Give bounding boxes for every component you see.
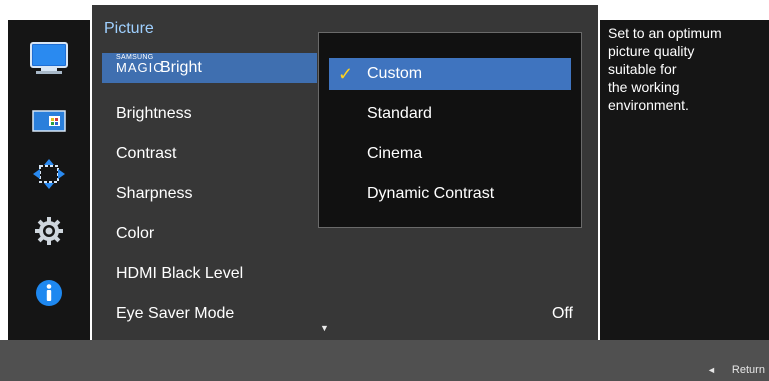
- menu-item-label: Eye Saver Mode: [116, 305, 235, 322]
- option-label: Dynamic Contrast: [367, 185, 495, 202]
- bottom-hint-bar: [0, 340, 769, 381]
- information-icon[interactable]: [8, 276, 90, 310]
- option-label: Custom: [367, 65, 423, 82]
- scroll-down-icon[interactable]: ▼: [320, 323, 329, 333]
- return-label: Return: [731, 364, 765, 376]
- option-label: Cinema: [367, 145, 423, 162]
- magicbright-options-dropdown: ✓ Custom Standard Cinema Dynamic Contras…: [318, 32, 582, 228]
- menu-item-magicbright[interactable]: SAMSUNG MAGIC Bright: [102, 53, 317, 83]
- menu-title: Picture: [104, 20, 154, 37]
- option-label: Standard: [367, 105, 432, 122]
- help-description-panel: Set to an optimum picture quality suitab…: [600, 20, 769, 340]
- menu-item-label: Brightness: [116, 105, 192, 122]
- help-text: Set to an optimum picture quality suitab…: [608, 25, 722, 113]
- menu-item-label: Color: [116, 225, 155, 242]
- menu-item-label: Bright: [160, 59, 202, 76]
- checkmark-icon: ✓: [338, 64, 354, 84]
- position-arrows-icon[interactable]: [8, 156, 90, 192]
- osd-screen: ◄ Return Picture SAMSUNG MAGIC Bright Br…: [0, 0, 769, 381]
- monitor-icon[interactable]: [8, 38, 90, 80]
- settings-gear-icon[interactable]: [8, 214, 90, 248]
- option-dynamic-contrast[interactable]: Dynamic Contrast: [329, 178, 571, 210]
- left-arrow-icon: ◄: [707, 365, 716, 375]
- eye-saver-value: Off: [551, 305, 573, 322]
- option-cinema[interactable]: Cinema: [329, 138, 571, 170]
- magic-brand-label: MAGIC: [116, 60, 164, 75]
- menu-item-eye-saver-mode[interactable]: Eye Saver Mode Off: [102, 299, 598, 329]
- menu-item-hdmi-black-level[interactable]: HDMI Black Level: [102, 259, 598, 289]
- menu-item-label: HDMI Black Level: [116, 265, 244, 282]
- picture-size-icon[interactable]: [8, 106, 90, 136]
- return-hint[interactable]: ◄ Return: [707, 364, 767, 376]
- menu-item-label: Sharpness: [116, 185, 193, 202]
- menu-item-label: Contrast: [116, 145, 177, 162]
- option-custom[interactable]: ✓ Custom: [329, 58, 571, 90]
- category-icon-strip: [8, 20, 90, 340]
- option-standard[interactable]: Standard: [329, 98, 571, 130]
